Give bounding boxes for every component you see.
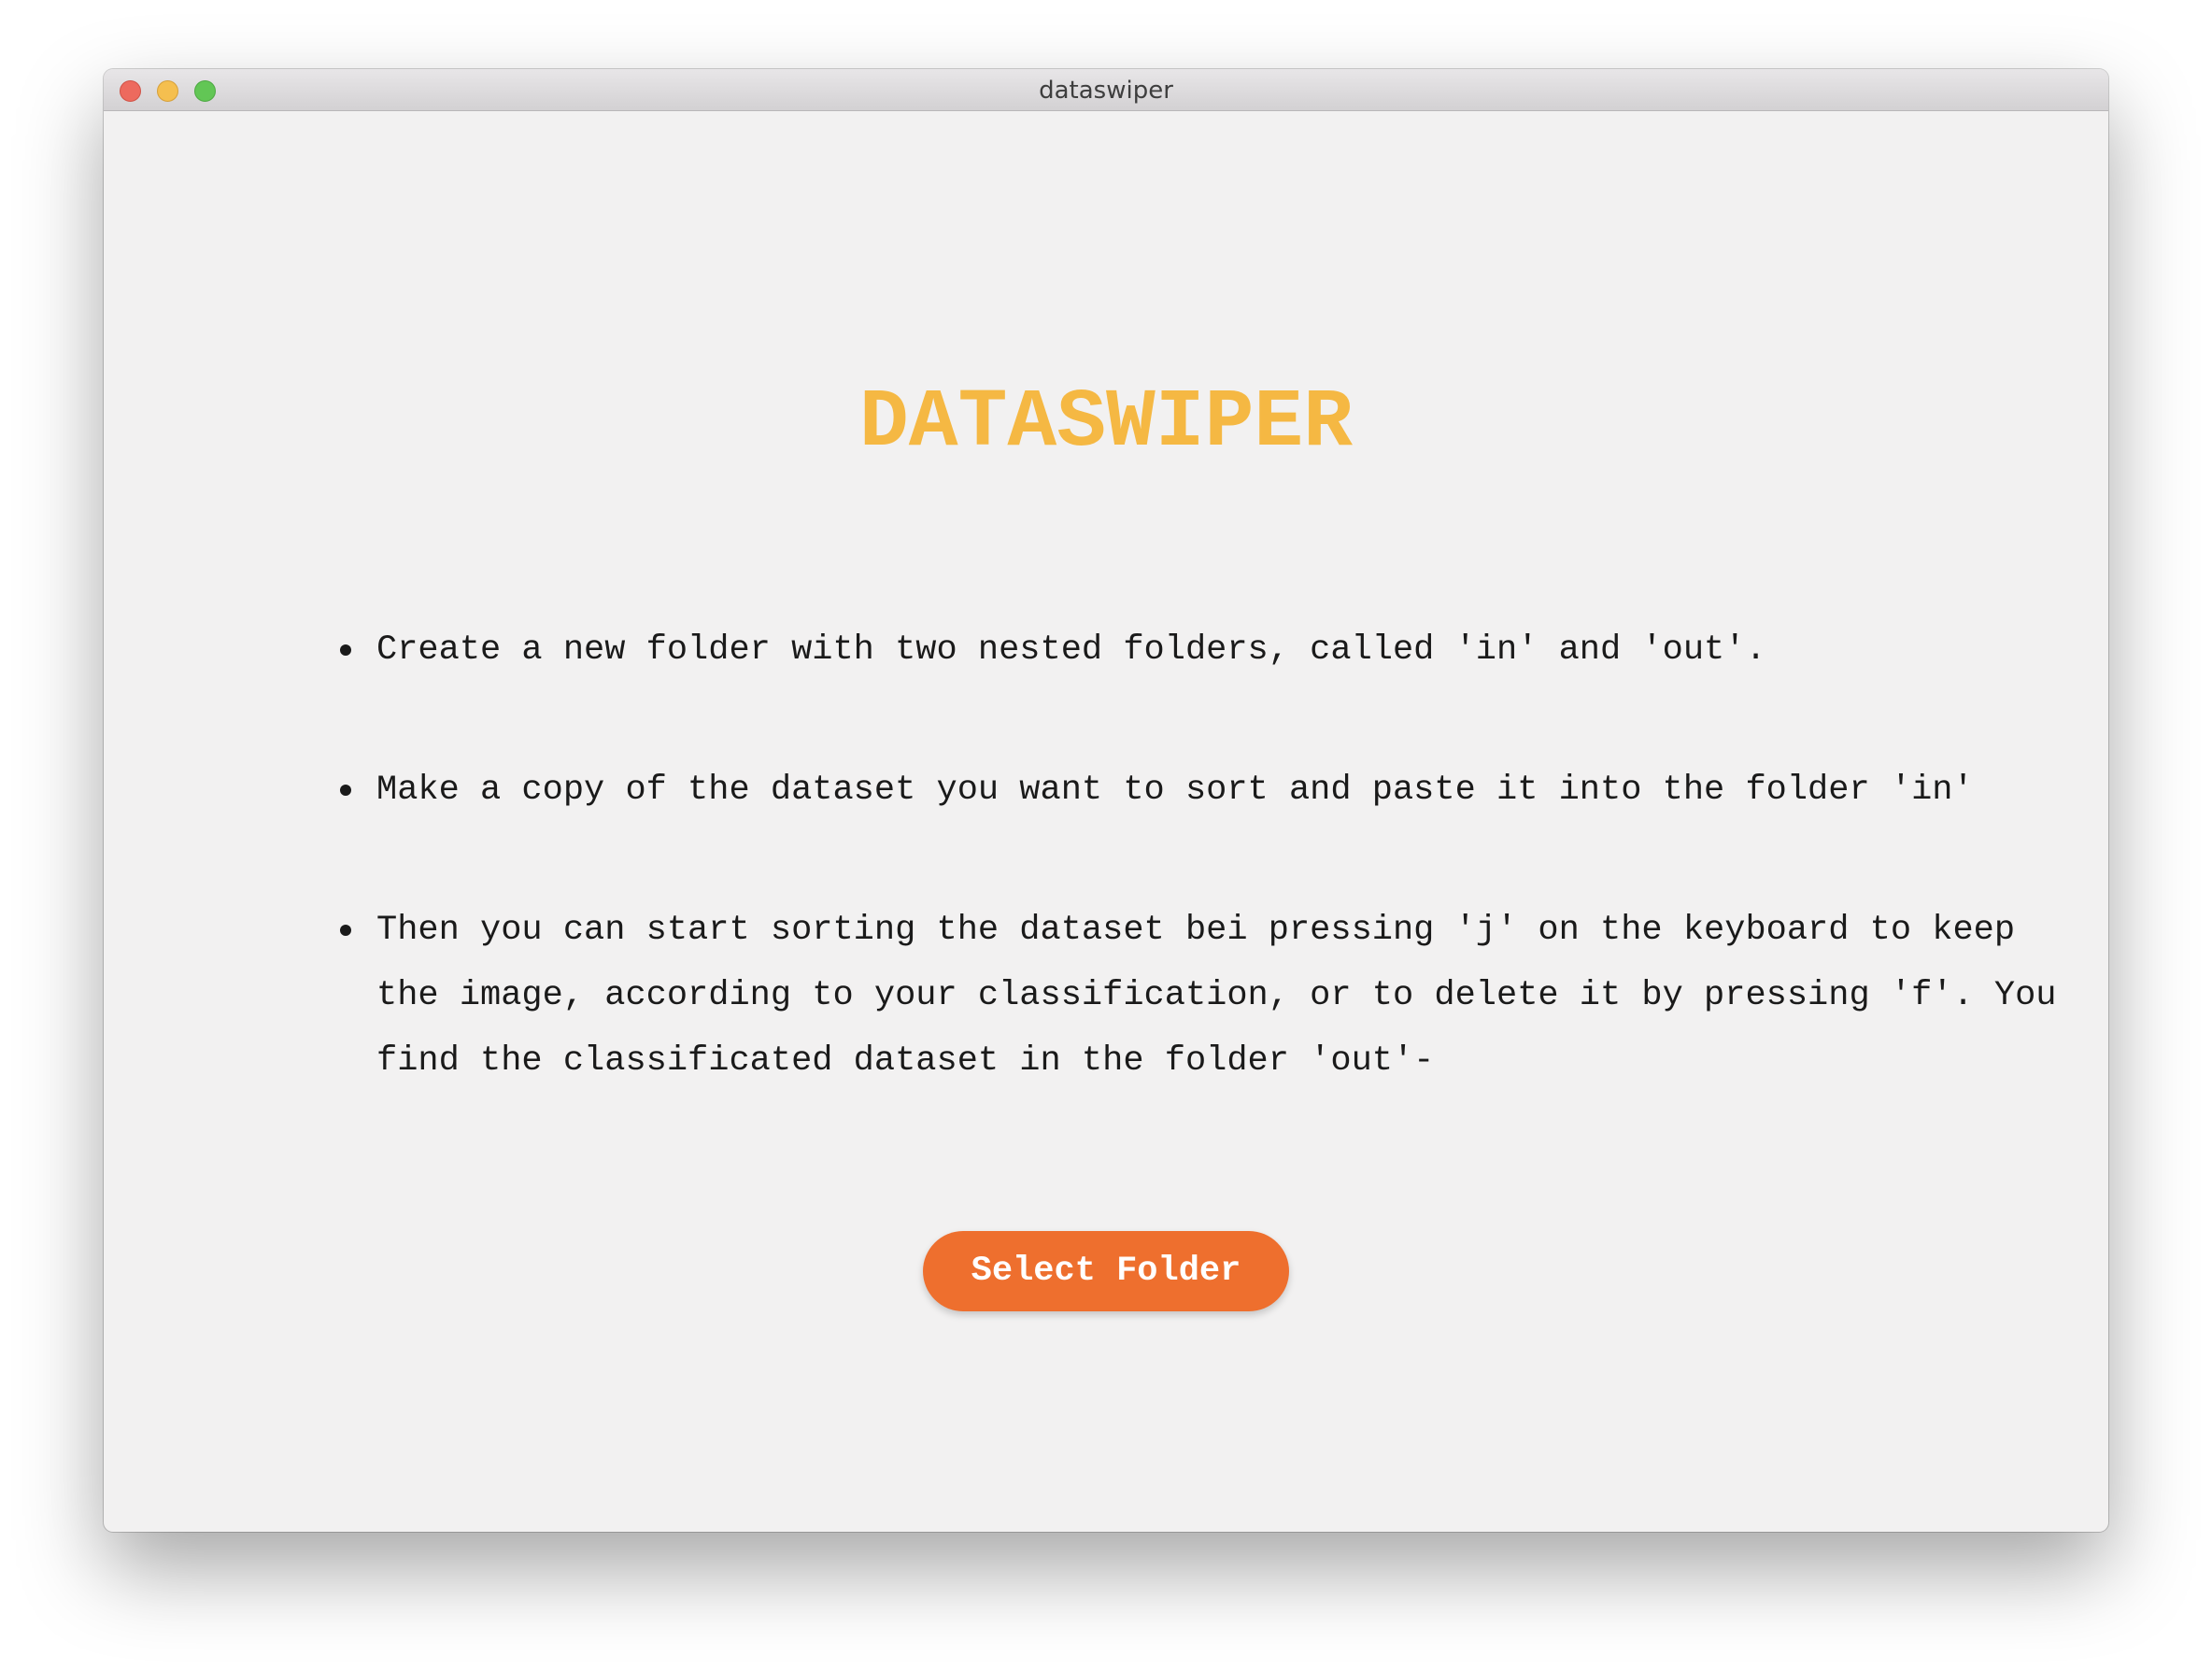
- app-window: dataswiper DATASWIPER Create a new folde…: [104, 69, 2108, 1532]
- window-title: dataswiper: [1039, 77, 1173, 105]
- list-item: Create a new folder with two nested fold…: [272, 617, 2065, 683]
- select-folder-button[interactable]: Select Folder: [923, 1231, 1289, 1311]
- list-item: Then you can start sorting the dataset b…: [272, 898, 2065, 1094]
- instruction-text: Then you can start sorting the dataset b…: [376, 911, 2057, 1081]
- bullet-icon: [340, 925, 351, 936]
- instructions-list: Create a new folder with two nested fold…: [272, 617, 2065, 1168]
- bullet-icon: [340, 785, 351, 796]
- main-content: DATASWIPER Create a new folder with two …: [104, 111, 2108, 1532]
- app-heading: DATASWIPER: [858, 377, 1354, 470]
- list-item: Make a copy of the dataset you want to s…: [272, 757, 2065, 823]
- instruction-text: Create a new folder with two nested fold…: [376, 630, 1766, 670]
- bullet-icon: [340, 644, 351, 656]
- title-bar[interactable]: dataswiper: [104, 69, 2108, 111]
- instruction-text: Make a copy of the dataset you want to s…: [376, 771, 1974, 810]
